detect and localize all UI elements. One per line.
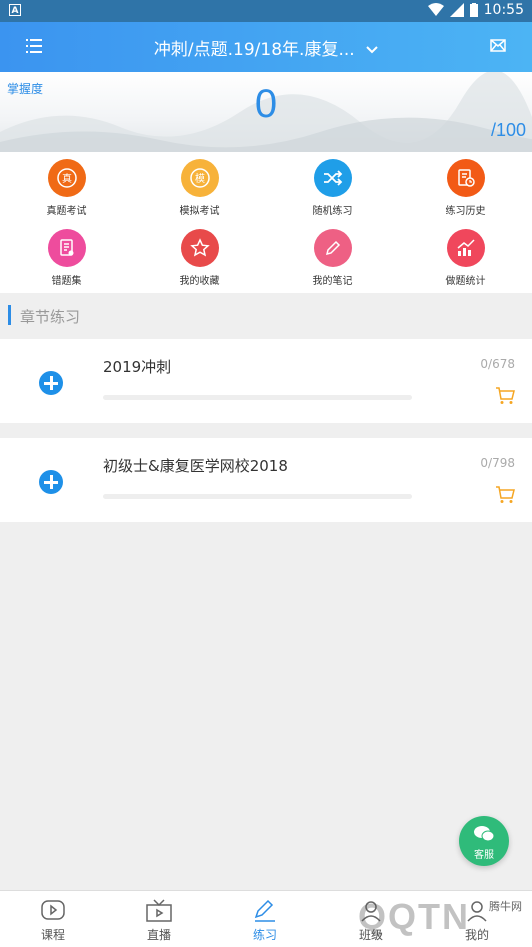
mock-exam-label: 模拟考试 bbox=[179, 206, 220, 217]
cart-icon[interactable] bbox=[495, 486, 515, 504]
chapter-card[interactable]: 初级士&康复医学网校2018 0/798 bbox=[0, 438, 532, 522]
top-header: 冲刺/点题.19/18年.康复... bbox=[0, 22, 532, 72]
wrong-questions-label: 错题集 bbox=[51, 276, 82, 287]
site-watermark: QQTN 腾牛网 bbox=[318, 888, 532, 946]
chapter-count: 0/798 bbox=[480, 456, 515, 470]
section-accent-bar bbox=[8, 305, 11, 325]
menu-icon[interactable] bbox=[26, 39, 42, 53]
tv-icon bbox=[146, 899, 172, 922]
tab-practice[interactable]: 练习 bbox=[212, 891, 318, 947]
practice-history-button[interactable]: 练习历史 bbox=[399, 152, 532, 222]
pencil-icon bbox=[313, 229, 352, 267]
expand-plus-icon[interactable] bbox=[39, 470, 63, 494]
chapter-progress-bar bbox=[103, 494, 412, 499]
favorites-label: 我的收藏 bbox=[179, 276, 220, 287]
mastery-total: /100 bbox=[490, 120, 526, 140]
tab-courses[interactable]: 课程 bbox=[0, 891, 106, 947]
customer-service-button[interactable]: 客服 bbox=[459, 816, 509, 866]
wifi-icon bbox=[427, 3, 444, 16]
app-notification-icon: A bbox=[9, 4, 21, 16]
battery-icon bbox=[469, 3, 478, 17]
expand-plus-icon[interactable] bbox=[39, 371, 63, 395]
status-bar: A 10:55 bbox=[0, 0, 532, 22]
cart-icon[interactable] bbox=[495, 387, 515, 405]
chapter-card[interactable]: 2019冲刺 0/678 bbox=[0, 339, 532, 423]
tab-courses-label: 课程 bbox=[40, 928, 65, 942]
chapter-section-header: 章节练习 bbox=[0, 293, 532, 337]
course-selector[interactable]: 冲刺/点题.19/18年.康复... bbox=[100, 35, 432, 60]
mail-icon[interactable] bbox=[490, 39, 506, 52]
course-title: 冲刺/点题.19/18年.康复... bbox=[153, 40, 355, 60]
chapter-count: 0/678 bbox=[480, 357, 515, 371]
star-icon bbox=[180, 229, 219, 267]
status-time: 10:55 bbox=[483, 2, 524, 18]
customer-service-label: 客服 bbox=[474, 850, 494, 861]
tab-live[interactable]: 直播 bbox=[106, 891, 212, 947]
chevron-down-icon bbox=[366, 46, 378, 54]
real-exam-button[interactable]: 真 真题考试 bbox=[0, 152, 133, 222]
stats-label: 做题统计 bbox=[445, 276, 486, 287]
mock-exam-icon: 模 bbox=[180, 159, 219, 197]
random-practice-label: 随机练习 bbox=[312, 206, 353, 217]
signal-icon bbox=[449, 3, 464, 17]
chat-bubble-icon bbox=[474, 826, 495, 842]
mastery-panel: 掌握度 0 /100 bbox=[0, 72, 532, 152]
mock-exam-button[interactable]: 模 模拟考试 bbox=[133, 152, 266, 222]
mastery-score: 0 bbox=[254, 82, 278, 126]
shuffle-icon bbox=[313, 159, 352, 197]
real-exam-icon: 真 bbox=[47, 159, 86, 197]
function-grid: 真 真题考试 模 模拟考试 随机练习 练习历史 错题集 我的收藏 我的笔记 做题… bbox=[0, 152, 532, 293]
pencil-edit-icon bbox=[254, 899, 275, 922]
chapter-progress-bar bbox=[103, 395, 412, 400]
history-icon bbox=[446, 159, 485, 197]
wrong-questions-icon bbox=[47, 229, 86, 267]
svg-text:真: 真 bbox=[62, 172, 72, 185]
practice-history-label: 练习历史 bbox=[445, 206, 486, 217]
svg-text:模: 模 bbox=[195, 173, 205, 185]
wrong-questions-button[interactable]: 错题集 bbox=[0, 222, 133, 292]
real-exam-label: 真题考试 bbox=[46, 206, 87, 217]
watermark-subtext: 腾牛网 bbox=[489, 900, 522, 913]
chapter-name: 初级士&康复医学网校2018 bbox=[103, 457, 288, 475]
notes-button[interactable]: 我的笔记 bbox=[266, 222, 399, 292]
chapter-name: 2019冲刺 bbox=[103, 358, 172, 376]
stats-button[interactable]: 做题统计 bbox=[399, 222, 532, 292]
tab-live-label: 直播 bbox=[146, 928, 171, 942]
chart-icon bbox=[446, 229, 485, 267]
section-title: 章节练习 bbox=[20, 308, 81, 326]
watermark-text: QQTN bbox=[358, 896, 470, 937]
random-practice-button[interactable]: 随机练习 bbox=[266, 152, 399, 222]
notes-label: 我的笔记 bbox=[312, 276, 353, 287]
play-video-icon bbox=[41, 900, 65, 920]
tab-practice-label: 练习 bbox=[252, 928, 277, 942]
favorites-button[interactable]: 我的收藏 bbox=[133, 222, 266, 292]
